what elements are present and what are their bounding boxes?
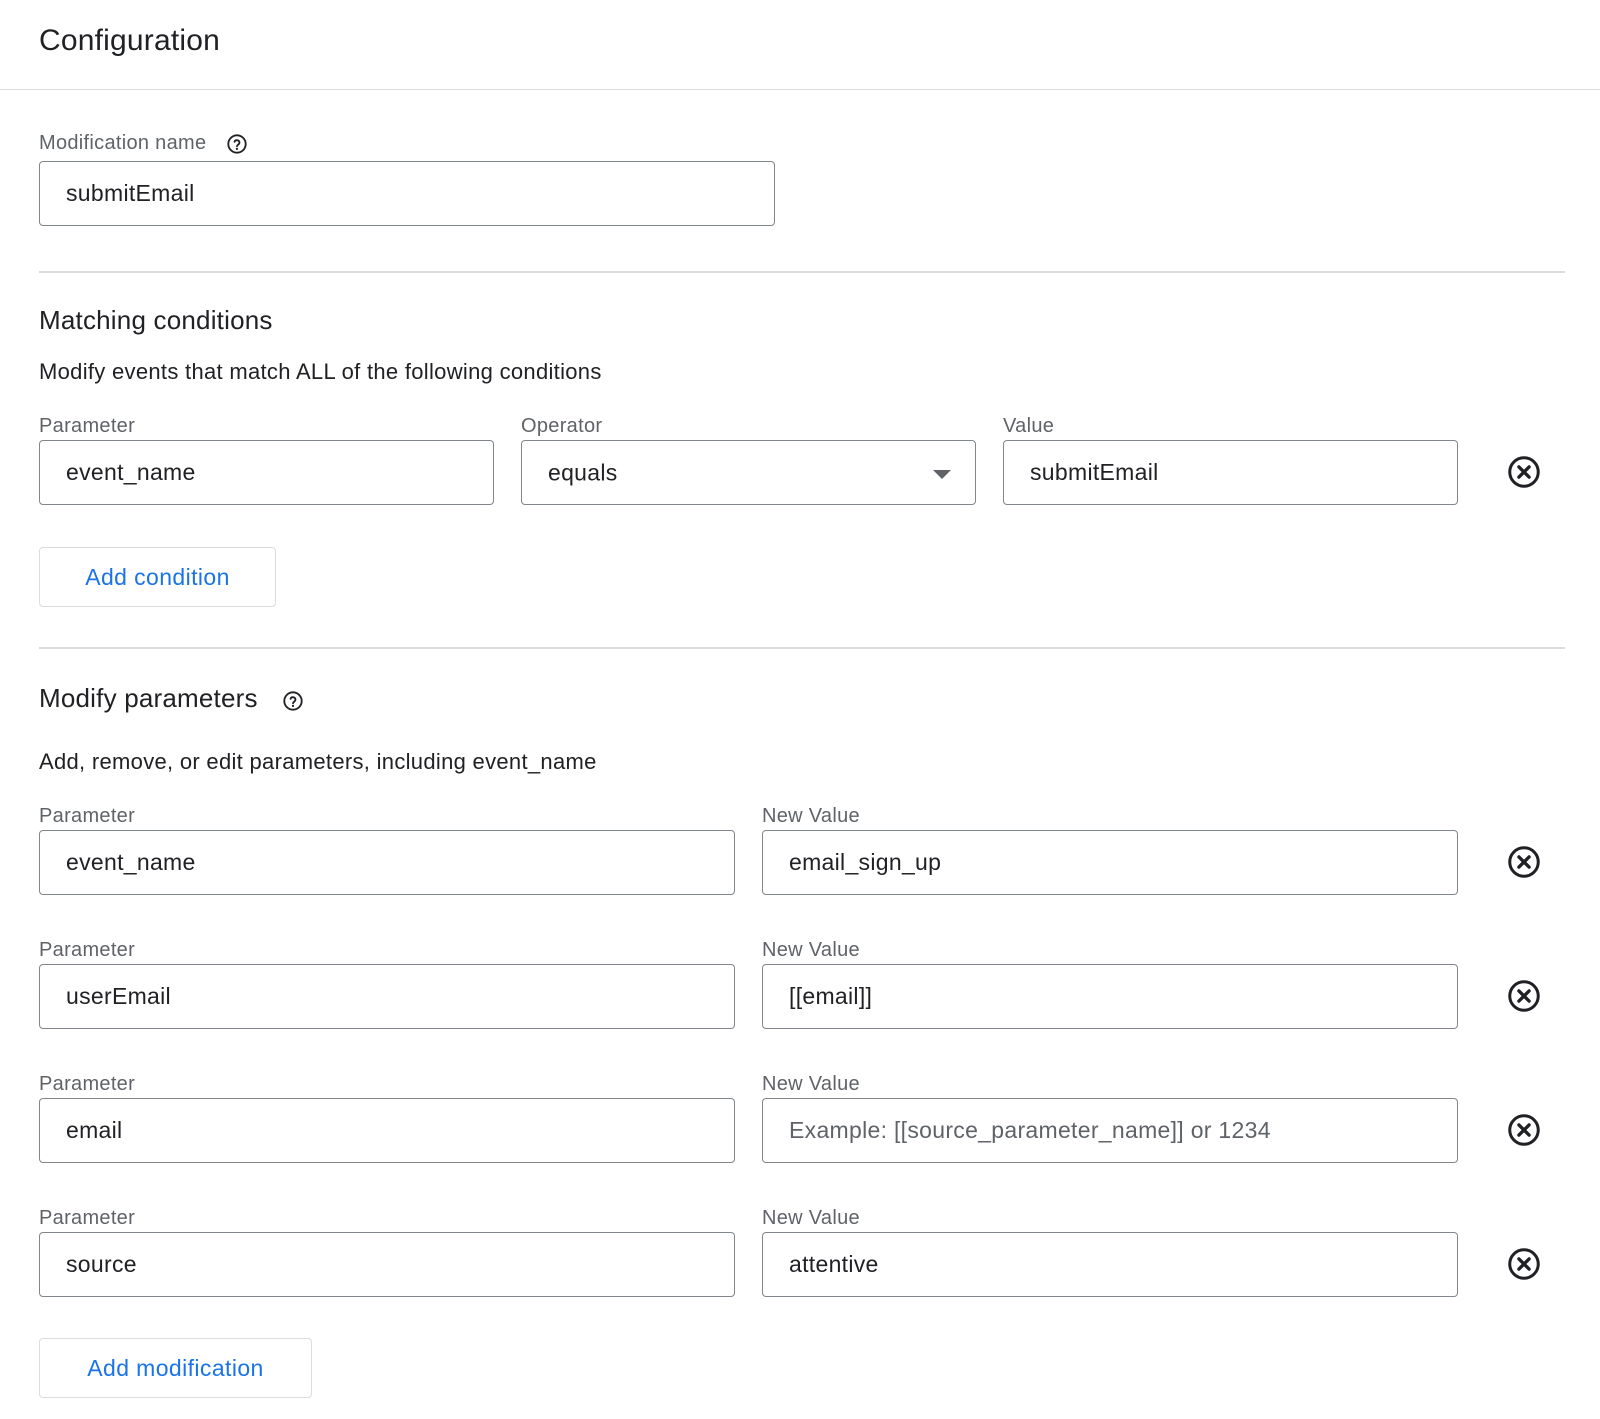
parameter-label: Parameter <box>39 805 136 827</box>
section-divider <box>39 647 1565 649</box>
help-circle-icon[interactable] <box>282 690 304 717</box>
page-title: Configuration <box>39 24 221 57</box>
page-header: Configuration <box>0 0 1600 90</box>
add-modification-button[interactable]: Add modification <box>39 1338 312 1398</box>
modify-parameters-title: Modify parameters <box>39 683 258 713</box>
dropdown-arrow-icon <box>933 470 951 479</box>
condition-parameter-label: Parameter <box>39 415 136 437</box>
new-value-label: New Value <box>762 939 860 961</box>
parameter-input[interactable] <box>39 1098 735 1163</box>
close-circle-icon <box>1506 1112 1542 1148</box>
modification-name-label-text: Modification name <box>39 132 207 154</box>
remove-parameter-button[interactable] <box>1504 976 1544 1016</box>
parameter-label: Parameter <box>39 1207 136 1229</box>
condition-value-label: Value <box>1003 415 1055 437</box>
condition-operator-select[interactable]: equals <box>521 440 976 505</box>
close-circle-icon <box>1506 844 1542 880</box>
parameter-input[interactable] <box>39 1232 735 1297</box>
close-circle-icon <box>1506 454 1542 490</box>
add-condition-button[interactable]: Add condition <box>39 547 276 607</box>
close-circle-icon <box>1506 978 1542 1014</box>
parameter-input[interactable] <box>39 964 735 1029</box>
close-circle-icon <box>1506 1246 1542 1282</box>
modification-name-input[interactable] <box>39 161 775 226</box>
remove-parameter-button[interactable] <box>1504 1244 1544 1284</box>
remove-parameter-button[interactable] <box>1504 1110 1544 1150</box>
modification-name-label: Modification name <box>39 132 206 155</box>
condition-parameter-input[interactable] <box>39 440 494 505</box>
section-divider <box>39 271 1565 273</box>
new-value-input[interactable] <box>762 964 1458 1029</box>
parameter-label: Parameter <box>39 1073 136 1095</box>
new-value-label: New Value <box>762 805 860 827</box>
new-value-label: New Value <box>762 1073 860 1095</box>
new-value-label: New Value <box>762 1207 860 1229</box>
condition-value-input[interactable] <box>1003 440 1458 505</box>
parameter-label: Parameter <box>39 939 136 961</box>
condition-operator-label: Operator <box>521 415 603 437</box>
parameter-input[interactable] <box>39 830 735 895</box>
new-value-input[interactable] <box>762 830 1458 895</box>
matching-conditions-title: Matching conditions <box>39 305 273 335</box>
help-circle-icon[interactable] <box>226 133 248 160</box>
remove-parameter-button[interactable] <box>1504 842 1544 882</box>
condition-operator-value: equals <box>548 459 618 485</box>
matching-conditions-description: Modify events that match ALL of the foll… <box>39 359 602 384</box>
modify-parameters-description: Add, remove, or edit parameters, includi… <box>39 749 597 774</box>
remove-condition-button[interactable] <box>1504 452 1544 492</box>
new-value-input[interactable] <box>762 1232 1458 1297</box>
new-value-input[interactable] <box>762 1098 1458 1163</box>
